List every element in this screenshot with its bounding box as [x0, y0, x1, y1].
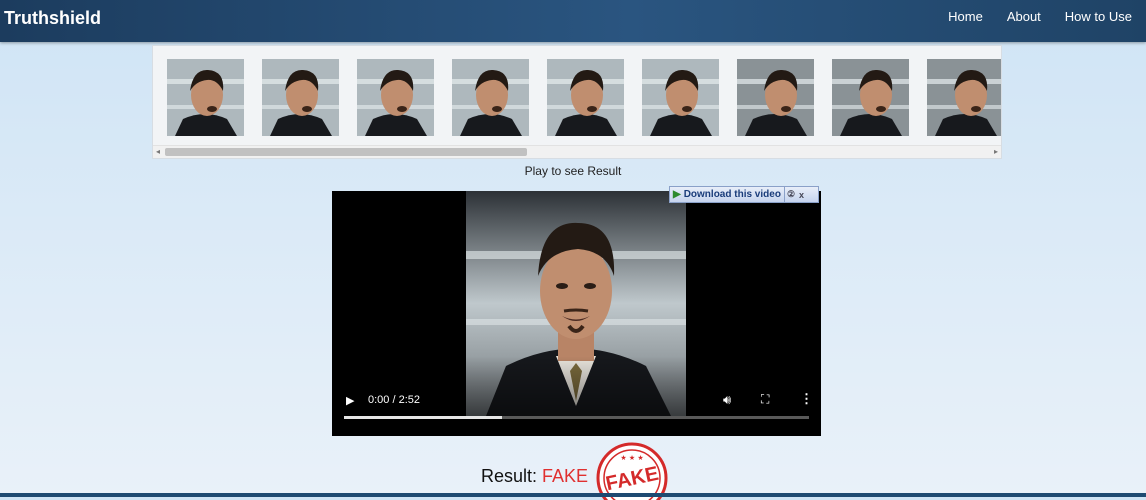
close-icon[interactable]: x: [797, 190, 806, 200]
scroll-left-arrow-icon[interactable]: ◂: [156, 147, 160, 157]
video-time: 0:00 / 2:52: [368, 394, 420, 406]
video-controls: ▶ 0:00 / 2:52 🔊︎ ⛶ ⋮: [332, 356, 821, 436]
bottom-border: [0, 493, 1146, 497]
frame-thumbnail[interactable]: [927, 59, 1001, 136]
more-options-icon[interactable]: ⋮: [800, 391, 813, 407]
frame-thumbnail[interactable]: [832, 59, 909, 136]
nav-home-link[interactable]: Home: [948, 9, 983, 24]
stamp-stars: ★ ★ ★: [620, 454, 643, 462]
fullscreen-icon[interactable]: ⛶: [761, 392, 769, 407]
help-icon[interactable]: ②: [785, 189, 797, 200]
download-video-label: Download this video: [683, 189, 781, 200]
download-video-button[interactable]: ▶ Download this video: [670, 187, 785, 202]
play-caption: Play to see Result: [524, 164, 622, 178]
video-progress-bar[interactable]: [344, 416, 809, 419]
frame-thumbnail[interactable]: [262, 59, 339, 136]
frame-thumbnail[interactable]: [737, 59, 814, 136]
frames-scroll-area[interactable]: [167, 59, 1001, 137]
scroll-right-arrow-icon[interactable]: ▸: [994, 147, 998, 157]
play-icon[interactable]: ▶: [346, 394, 354, 407]
download-toolbar: ▶ Download this video ② x: [669, 186, 819, 203]
result-text: Result: FAKE: [481, 466, 588, 487]
scrollbar-thumb[interactable]: [165, 148, 527, 156]
nav-menu: Home About How to Use: [948, 9, 1132, 24]
nav-how-to-use-link[interactable]: How to Use: [1065, 9, 1132, 24]
horizontal-scrollbar[interactable]: ◂ ▸: [153, 145, 1001, 158]
volume-icon[interactable]: 🔊︎: [723, 392, 731, 408]
frames-strip: ◂ ▸: [152, 45, 1002, 159]
video-player[interactable]: ▶ 0:00 / 2:52 🔊︎ ⛶ ⋮: [332, 191, 821, 436]
download-play-icon: ▶: [673, 189, 681, 200]
brand-logo[interactable]: Truthshield: [4, 8, 101, 29]
result-value: FAKE: [542, 466, 589, 486]
result-label: Result:: [481, 466, 538, 486]
frame-thumbnail[interactable]: [642, 59, 719, 136]
video-progress-fill: [344, 416, 503, 419]
fake-stamp-image: ★ ★ ★ FAKE: [594, 440, 672, 500]
frame-thumbnail[interactable]: [167, 59, 244, 136]
top-navbar: Truthshield Home About How to Use: [0, 0, 1146, 42]
nav-about-link[interactable]: About: [1007, 9, 1041, 24]
frame-thumbnail[interactable]: [357, 59, 434, 136]
frame-thumbnail[interactable]: [452, 59, 529, 136]
frame-thumbnail[interactable]: [547, 59, 624, 136]
